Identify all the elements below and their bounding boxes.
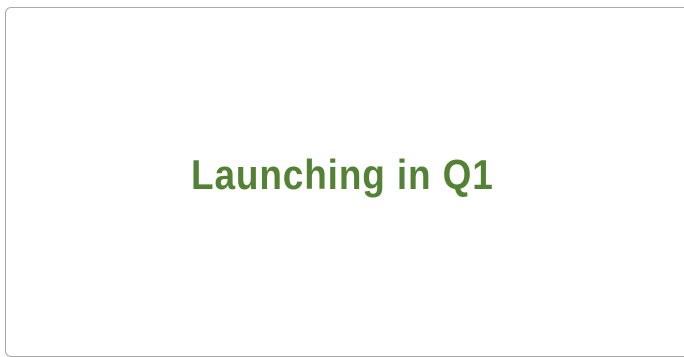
headline-text: Launching in Q1 [190,151,494,198]
